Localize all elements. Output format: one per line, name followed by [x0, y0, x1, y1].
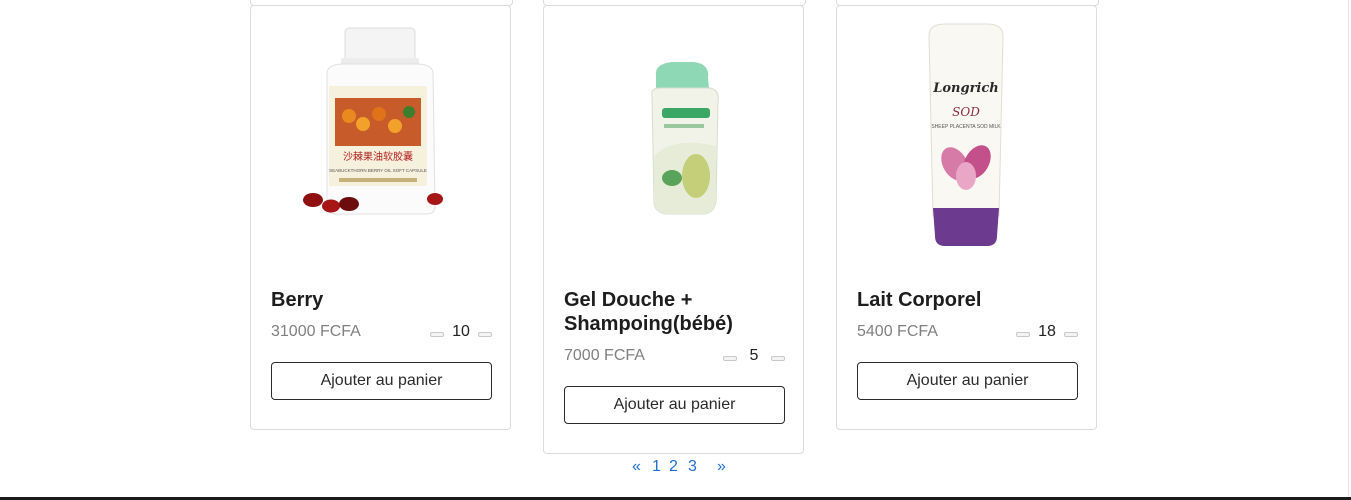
product-meta: 31000 FCFA 10: [271, 320, 492, 344]
page-right-edge: [1348, 0, 1349, 500]
product-card-body: Lait Corporel 5400 FCFA 18 Ajouter au pa…: [857, 288, 1078, 400]
decrease-quantity-button[interactable]: [1016, 332, 1030, 337]
decrease-quantity-button[interactable]: [430, 332, 444, 337]
add-to-cart-button[interactable]: Ajouter au panier: [857, 362, 1078, 400]
berry-label-en: SEABUCKTHORN BERRY OIL SOFT CAPSULE: [329, 168, 427, 173]
quantity-stepper: 18: [1016, 320, 1078, 344]
pagination-page-3[interactable]: 3: [688, 458, 697, 476]
product-card-gel-douche: Gel Douche + Shampoing(bébé) 7000 FCFA 5…: [543, 5, 804, 454]
increase-quantity-button[interactable]: [1064, 332, 1078, 337]
product-price: 31000 FCFA: [271, 323, 361, 340]
product-title: Berry: [271, 289, 324, 311]
product-title: Gel Douche + Shampoing(bébé): [564, 289, 733, 335]
decrease-quantity-button[interactable]: [723, 356, 737, 361]
pagination-prev-link[interactable]: «: [632, 458, 641, 476]
product-title: Lait Corporel: [857, 289, 982, 311]
product-card-body: Gel Douche + Shampoing(bébé) 7000 FCFA 5…: [564, 288, 785, 424]
increase-quantity-button[interactable]: [771, 356, 785, 361]
quantity-value[interactable]: 10: [446, 323, 476, 341]
product-card-berry: 沙棘果油软胶囊 SEABUCKTHORN BERRY OIL SOFT CAPS…: [250, 5, 511, 430]
product-price: 5400 FCFA: [857, 323, 938, 340]
quantity-stepper: 10: [430, 320, 492, 344]
product-card-lait-corporel: Longrich SOD SHEEP PLACENTA SOD MILK Lai…: [836, 5, 1097, 430]
quantity-value[interactable]: 5: [739, 347, 769, 365]
quantity-value[interactable]: 18: [1032, 323, 1062, 341]
product-image-gel-douche: [651, 62, 719, 215]
quantity-stepper: 5: [723, 344, 785, 368]
lotion-brand: Longrich: [932, 81, 999, 96]
add-to-cart-button[interactable]: Ajouter au panier: [271, 362, 492, 400]
lotion-subtext: SHEEP PLACENTA SOD MILK: [931, 124, 1001, 130]
product-image-berry: 沙棘果油软胶囊 SEABUCKTHORN BERRY OIL SOFT CAPS…: [303, 27, 443, 215]
pagination-page-2[interactable]: 2: [669, 458, 678, 476]
berry-label-cn: 沙棘果油软胶囊: [343, 150, 413, 163]
product-meta: 5400 FCFA 18: [857, 320, 1078, 344]
increase-quantity-button[interactable]: [478, 332, 492, 337]
pagination-page-1[interactable]: 1: [652, 458, 661, 476]
pagination-next-link[interactable]: »: [717, 458, 726, 476]
product-price: 7000 FCFA: [564, 347, 645, 364]
lotion-sub-brand: SOD: [952, 105, 980, 119]
product-card-body: Berry 31000 FCFA 10 Ajouter au panier: [271, 288, 492, 400]
product-image-lait-corporel: Longrich SOD SHEEP PLACENTA SOD MILK: [928, 23, 1004, 246]
add-to-cart-button[interactable]: Ajouter au panier: [564, 386, 785, 424]
product-meta: 7000 FCFA 5: [564, 344, 785, 368]
